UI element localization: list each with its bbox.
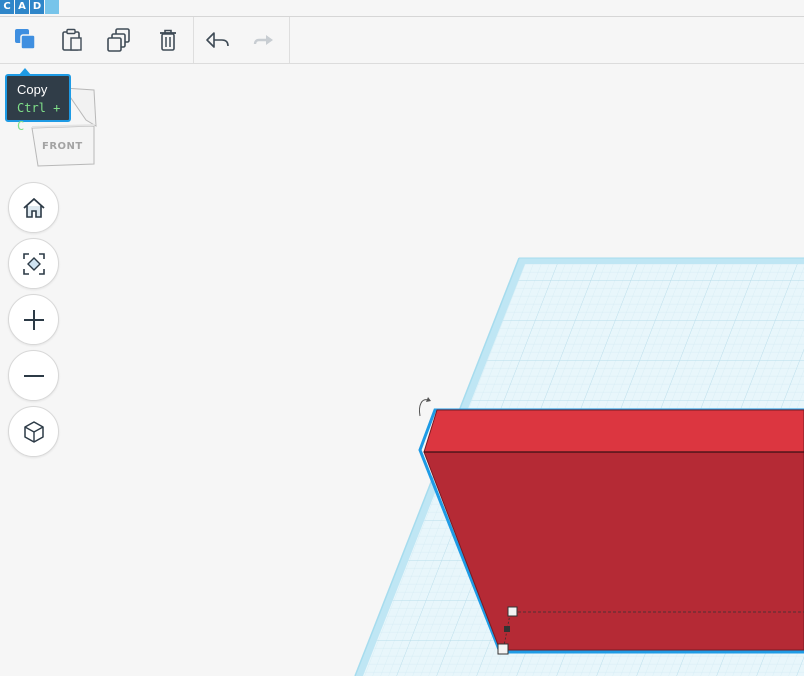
zoom-in-button[interactable] [8, 294, 59, 345]
paste-button[interactable] [55, 23, 89, 57]
copy-button[interactable] [8, 23, 42, 57]
undo-icon [206, 32, 229, 48]
rotate-handle-icon[interactable] [419, 397, 431, 417]
toolbar-divider [289, 17, 290, 63]
cube-icon [23, 420, 44, 443]
copy-tooltip: Copy Ctrl + C [5, 68, 71, 133]
redo-icon [253, 35, 273, 45]
height-handle[interactable] [507, 606, 518, 617]
edit-toolbar [0, 17, 804, 64]
toolbar-divider [193, 17, 194, 63]
fit-all-icon [22, 252, 45, 275]
minus-icon [23, 374, 44, 377]
height-marker[interactable] [504, 626, 510, 632]
copy-icon [15, 29, 36, 50]
ortho-view-button[interactable] [8, 406, 59, 457]
tooltip-title: Copy [17, 82, 48, 97]
fit-view-button[interactable] [8, 238, 59, 289]
duplicate-button[interactable] [102, 23, 136, 57]
corner-resize-handle[interactable] [497, 643, 509, 655]
redo-button[interactable] [248, 23, 282, 57]
zoom-out-button[interactable] [8, 350, 59, 401]
workplane-canvas[interactable] [0, 0, 804, 676]
delete-button[interactable] [151, 23, 185, 57]
undo-button[interactable] [200, 23, 234, 57]
paste-icon [62, 28, 82, 51]
plus-icon [23, 309, 44, 330]
home-view-button[interactable] [8, 182, 59, 233]
home-icon [22, 197, 45, 218]
trash-icon [160, 29, 176, 51]
view-cube-front-label[interactable]: FRONT [42, 141, 83, 153]
tooltip-shortcut: Ctrl + C [17, 101, 61, 133]
duplicate-icon [107, 28, 130, 52]
